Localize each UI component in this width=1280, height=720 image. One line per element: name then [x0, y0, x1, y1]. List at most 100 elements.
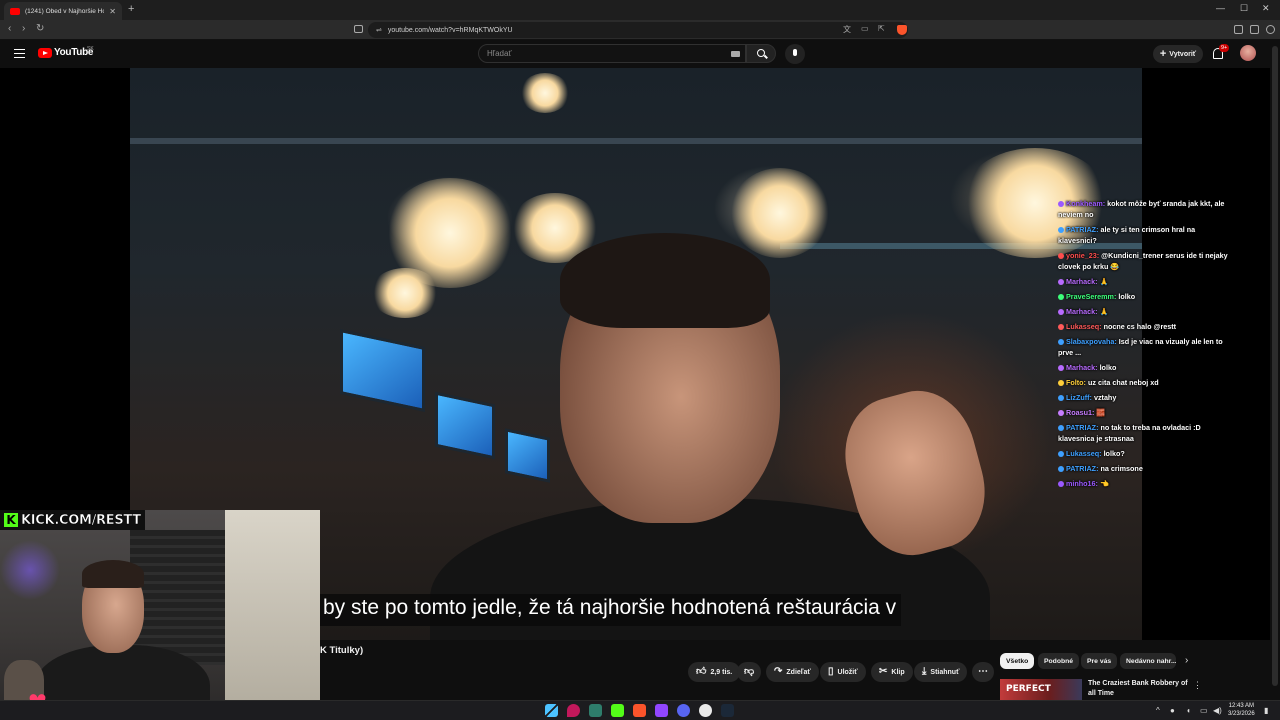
country-code: SK: [87, 46, 94, 52]
scrollbar-thumb[interactable]: [1272, 46, 1278, 686]
more-actions-button[interactable]: ⋯: [972, 662, 994, 682]
browser-tab[interactable]: (1241) Obed v Najhoršie Hodn... ✕: [4, 2, 122, 20]
chip-for-you[interactable]: Pre vás: [1081, 653, 1118, 669]
save-label: Uložiť: [837, 668, 858, 676]
recommendation-title[interactable]: The Craziest Bank Robbery of all Time: [1088, 679, 1188, 699]
network-icon[interactable]: ▭: [1200, 706, 1208, 715]
tray-chevron-icon[interactable]: ^: [1156, 706, 1160, 715]
microphone-icon[interactable]: ◖: [1186, 706, 1191, 715]
share-button[interactable]: ↷ Zdieľať: [766, 662, 819, 682]
chat-username: Lukasseq:: [1066, 322, 1102, 331]
guide-menu-icon[interactable]: [14, 49, 25, 58]
clip-label: Klip: [891, 668, 905, 676]
translate-icon[interactable]: 文: [843, 24, 851, 35]
brave-browser-icon[interactable]: [633, 704, 646, 717]
create-label: Vytvoriť: [1169, 50, 1197, 58]
discord-app-icon[interactable]: [677, 704, 690, 717]
bookmark-icon[interactable]: [354, 25, 363, 33]
forward-icon[interactable]: ›: [22, 23, 25, 34]
thumbnail-text: PERFECT: [1006, 684, 1051, 694]
url-text: youtube.com/watch?v=hRMqKTWOkYU: [387, 26, 513, 34]
ceiling-lamp: [730, 168, 830, 258]
chat-text: lolko?: [1103, 449, 1125, 458]
cast-icon[interactable]: ▭: [861, 24, 869, 33]
xbox-app-icon[interactable]: [589, 704, 602, 717]
menu-icon[interactable]: [1266, 25, 1275, 34]
chat-badge-icon: [1058, 364, 1064, 371]
close-window-icon[interactable]: ✕: [1262, 3, 1270, 14]
brave-shield-icon[interactable]: [897, 25, 907, 35]
chat-username: PraveSeremm:: [1066, 292, 1117, 301]
share-label: Zdieľať: [786, 668, 811, 676]
reload-icon[interactable]: ↻: [36, 23, 44, 34]
chat-username: Lukasseq:: [1066, 449, 1102, 458]
pin-app-icon[interactable]: [567, 704, 580, 717]
more-vertical-icon[interactable]: ⋮: [1193, 680, 1202, 691]
avatar[interactable]: [1240, 45, 1256, 61]
back-icon[interactable]: ‹: [8, 23, 11, 34]
scissors-icon: ✂: [879, 666, 888, 677]
search-button[interactable]: [746, 44, 776, 63]
chat-badge-icon: [1058, 323, 1064, 330]
extensions-icon[interactable]: [1234, 25, 1243, 34]
clock-time: 12:43 AM: [1228, 703, 1255, 709]
chrome-app-icon[interactable]: [699, 704, 712, 717]
new-tab-icon[interactable]: +: [128, 3, 134, 15]
chip-all[interactable]: Všetko: [1000, 653, 1035, 669]
tray-app-icon[interactable]: ●: [1170, 706, 1175, 715]
notifications-badge: 9+: [1219, 44, 1230, 52]
ceiling-pipe: [130, 138, 1142, 144]
minimize-icon[interactable]: —: [1216, 3, 1225, 13]
twitch-app-icon[interactable]: [655, 704, 668, 717]
close-tab-icon[interactable]: ✕: [109, 7, 116, 16]
maximize-icon[interactable]: ☐: [1240, 3, 1248, 14]
thumbs-down-icon: 👎︎: [744, 666, 755, 677]
chat-badge-icon: [1058, 465, 1064, 472]
media-icon[interactable]: [1250, 25, 1259, 34]
chat-username: Marhack:: [1066, 277, 1098, 286]
display-screen: [505, 428, 550, 483]
chat-text: lolko: [1099, 363, 1117, 372]
screen: (1241) Obed v Najhoršie Hodn... ✕ + — ☐ …: [0, 0, 1280, 720]
save-button[interactable]: ▯ Uložiť: [820, 662, 866, 682]
recommendation-thumbnail[interactable]: PERFECT: [1000, 679, 1082, 700]
like-button[interactable]: 👍︎ 2,9 tis.: [688, 662, 741, 682]
windows-taskbar: ^ ● ◖ ▭ ◀) 12:43 AM 3/23/2026 ▮: [0, 700, 1280, 720]
chip-related[interactable]: Podobné: [1038, 653, 1080, 669]
site-info-icon[interactable]: ⇌: [376, 26, 382, 34]
kick-app-icon[interactable]: [611, 704, 624, 717]
display-screen: [435, 391, 495, 460]
system-clock[interactable]: 12:43 AM 3/23/2026: [1228, 702, 1255, 718]
kick-logo-icon: K: [4, 513, 18, 527]
share-icon[interactable]: ⇱: [878, 24, 885, 33]
chat-message: Folto: uz cita chat neboj xd: [1058, 377, 1234, 388]
voice-search-icon[interactable]: [785, 44, 805, 64]
chat-badge-icon: [1058, 200, 1064, 207]
steam-app-icon[interactable]: [721, 704, 734, 717]
search-input[interactable]: Hľadať: [478, 44, 746, 63]
display-screen: [340, 328, 425, 413]
url-field[interactable]: ⇌ youtube.com/watch?v=hRMqKTWOkYU: [368, 22, 908, 38]
address-bar: ‹ › ↻ ⇌ youtube.com/watch?v=hRMqKTWOkYU …: [0, 20, 1280, 40]
chat-message: PATRIAZ: ale ty si ten crimson hral na k…: [1058, 224, 1234, 246]
chat-username: PATRIAZ:: [1066, 464, 1099, 473]
notification-center-icon[interactable]: ▮: [1264, 706, 1268, 715]
windows-start-icon[interactable]: [545, 704, 558, 717]
chat-badge-icon: [1058, 308, 1064, 315]
download-button[interactable]: ⤓ Stiahnuť: [914, 662, 968, 682]
clip-button[interactable]: ✂ Klip: [871, 662, 913, 682]
kick-banner: K KICK.COM/RESTT: [0, 510, 145, 530]
volume-icon[interactable]: ◀): [1213, 706, 1222, 715]
chip-recently-uploaded[interactable]: Nedávno nahr...: [1120, 653, 1176, 669]
dislike-button[interactable]: 👎︎: [737, 662, 762, 682]
keyboard-icon[interactable]: [731, 51, 740, 57]
video-subtitle: by ste po tomto jedle, že tá najhoršie h…: [318, 594, 902, 626]
chat-username: Roasu1:: [1066, 408, 1095, 417]
chat-message: Slabaxpovaha: Isd je viac na vizualy ale…: [1058, 336, 1234, 358]
youtube-logo-icon[interactable]: [38, 48, 52, 58]
chevron-right-icon[interactable]: ›: [1185, 655, 1188, 666]
create-button[interactable]: + Vytvoriť: [1153, 45, 1203, 63]
video-title: K Titulky): [320, 645, 364, 656]
ceiling-lamp: [370, 268, 440, 318]
page-scrollbar[interactable]: [1270, 40, 1280, 700]
